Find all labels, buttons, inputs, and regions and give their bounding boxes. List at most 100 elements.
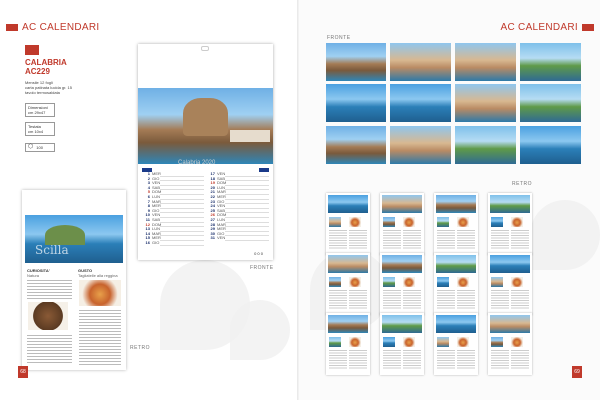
recipe-text [79, 310, 121, 365]
thumb-food-photo [349, 277, 361, 287]
thumb-photo [437, 217, 449, 227]
text-block [27, 335, 72, 365]
retro-page-thumbnail [488, 253, 532, 315]
thumb-photo [382, 195, 422, 213]
thumb-text [349, 290, 367, 310]
note-line [225, 236, 269, 241]
thumb-text [383, 290, 401, 310]
gusto-sub: Tagliatelle alla reggina [78, 273, 118, 278]
thumb-text [457, 290, 475, 310]
thumb-food-photo [403, 217, 415, 227]
thumb-photo [437, 337, 449, 347]
thumb-text [329, 290, 347, 310]
cliff [45, 225, 85, 245]
left-page: AC CALENDARI CALABRIA AC229 Mensile 12 f… [0, 0, 300, 400]
brand-header: AC CALENDARI [6, 22, 100, 33]
thumb-food-photo [457, 277, 469, 287]
thumb-text [403, 290, 421, 310]
box-icon: ⬡ [28, 144, 34, 150]
thumb-photo [328, 255, 368, 273]
thumb-text [383, 350, 401, 370]
leaf-decoration [530, 200, 600, 270]
thumb-text [349, 230, 367, 250]
thumb-food-photo [511, 277, 523, 287]
caption-fronte: FRONTE [327, 35, 351, 41]
month-photo [390, 43, 451, 81]
brand-title: AC CALENDARI [500, 22, 578, 33]
month-photo [326, 43, 386, 81]
dimension-value: cm 29x47 [28, 110, 46, 115]
thumb-text [491, 350, 509, 370]
thumb-photo [436, 255, 476, 273]
calendar-back-sheet: Scilla CURIOSITA' Natura GUSTO Tagliatel… [22, 190, 126, 370]
month-photo [520, 84, 581, 122]
retro-page-thumbnail [434, 313, 478, 375]
product-title: CALABRIA [25, 58, 67, 67]
retro-page-thumbnail [380, 253, 424, 315]
retro-page-thumbnail [434, 193, 478, 255]
retro-page-thumbnail [488, 313, 532, 375]
thumb-photo [328, 195, 368, 213]
calendar-photo [138, 88, 273, 164]
thumb-text [329, 230, 347, 250]
thumb-text [511, 230, 529, 250]
thumb-food-photo [457, 217, 469, 227]
calendar-day-row: 16 GIO [142, 239, 204, 246]
month-photo [455, 43, 516, 81]
thumb-photo [328, 315, 368, 333]
retro-page-thumbnail [488, 193, 532, 255]
calendar-column: 17 VEN 18 SAB 19 DOM 20 LUN 21 MAR 22 MER 23 GIO 24 VEN… [207, 171, 269, 254]
thumb-text [349, 350, 367, 370]
calendar-day-row: 31 VEN [207, 236, 269, 241]
caption-fronte: FRONTE [250, 265, 274, 271]
thumb-food-photo [511, 217, 523, 227]
thumb-text [403, 230, 421, 250]
curiosita-sub: Natura [27, 273, 40, 278]
thumb-photo [437, 277, 449, 287]
calendar-watermark: Calabria 2020 [178, 160, 216, 166]
brand-title: AC CALENDARI [22, 22, 100, 33]
artifact-photo [28, 302, 68, 330]
thumb-text [511, 350, 529, 370]
calendar-front-sheet: Calabria 2020 1 MER 2 GIO 3 VEN 4 SAB 5 DOM 6 LUN 7 M… [138, 44, 273, 260]
thumb-photo [491, 337, 503, 347]
weekday-label: GIO [152, 239, 160, 245]
thumb-text [383, 230, 401, 250]
desc-line: tavolo termosaldata [25, 90, 60, 95]
thumb-photo [383, 337, 395, 347]
month-photo [390, 84, 451, 122]
month-photo [520, 126, 581, 164]
back-watermark: Scilla [35, 243, 69, 257]
note-line [160, 241, 204, 246]
month-photo [455, 126, 516, 164]
thumb-text [491, 230, 509, 250]
thumb-text [457, 230, 475, 250]
product-name: CALABRIA AC229 [25, 58, 67, 76]
product-logo-icon [25, 45, 39, 55]
houses [230, 130, 270, 142]
thumb-food-photo [403, 337, 415, 347]
dimension-box: Dimensioni cm 29x47 [25, 103, 55, 117]
month-photo [390, 126, 451, 164]
castle-rock [183, 98, 228, 136]
pack-box: ⬡ 100 [25, 143, 55, 152]
thumb-photo [490, 195, 530, 213]
product-code: AC229 [25, 67, 50, 76]
day-number: 31 [210, 235, 215, 241]
calendar-footer: 0 0 0 [254, 251, 263, 256]
thumb-photo [329, 277, 341, 287]
thumb-photo [491, 217, 503, 227]
retro-page-thumbnail [326, 193, 370, 255]
thumb-text [491, 290, 509, 310]
thumb-text [437, 350, 455, 370]
pack-count: 100 [36, 145, 43, 150]
product-description: Mensile 12 fogli carta patinata lucida g… [25, 80, 105, 95]
thumb-photo [490, 315, 530, 333]
month-photo [520, 43, 581, 81]
thumb-photo [383, 277, 395, 287]
testata-value: cm 10x4 [28, 129, 44, 134]
retro-page-thumbnail [326, 313, 370, 375]
retro-page-thumbnail [434, 253, 478, 315]
thumb-photo [382, 255, 422, 273]
day-number: 16 [145, 239, 150, 245]
